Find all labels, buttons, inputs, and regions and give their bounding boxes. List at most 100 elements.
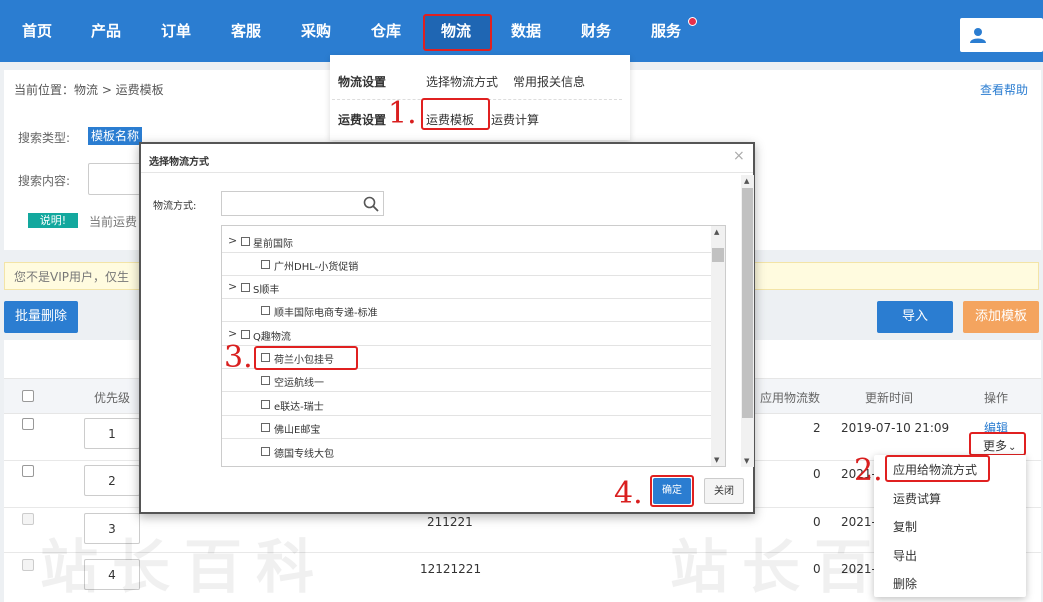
select-all-checkbox[interactable] — [22, 390, 34, 402]
tree-label: 德国专线大包 — [274, 449, 334, 460]
tree-checkbox[interactable] — [261, 260, 270, 269]
highlight-confirm — [650, 475, 694, 507]
tree-item: 佛山E邮宝 — [222, 417, 711, 439]
tree-scrollbar-thumb[interactable] — [712, 248, 724, 262]
nav-item-purchase[interactable]: 采购 — [301, 20, 331, 41]
search-type-label: 搜索类型: — [18, 131, 71, 145]
logistics-search-input[interactable] — [221, 191, 384, 216]
tree-label: e联达-瑞士 — [274, 402, 324, 413]
import-button[interactable]: 导入 — [877, 301, 953, 333]
tree-label: 佛山E邮宝 — [274, 425, 321, 436]
th-priority: 优先级 — [94, 391, 131, 405]
scroll-up-icon[interactable]: ▲ — [744, 177, 749, 185]
row-count: 2 — [813, 421, 821, 435]
tree-group: > S顺丰 — [222, 277, 711, 299]
priority-input[interactable]: 2 — [84, 465, 140, 496]
row-checkbox[interactable] — [22, 465, 34, 477]
tree-checkbox[interactable] — [261, 306, 270, 315]
menu-freight-trial[interactable]: 运费试算 — [893, 490, 941, 507]
tree-label: 顺丰国际电商专递-标准 — [274, 308, 378, 319]
tree-label: 星前国际 — [253, 239, 293, 250]
th-count: 应用物流数 — [760, 391, 821, 405]
nav-item-logistics[interactable]: 物流 — [441, 20, 471, 41]
row-name: 12121221 — [420, 562, 482, 576]
tree-checkbox[interactable] — [261, 447, 270, 456]
tree-group: > Q趣物流 — [222, 324, 711, 346]
row-checkbox[interactable] — [22, 418, 34, 430]
scroll-up-icon[interactable]: ▲ — [714, 228, 719, 236]
priority-input[interactable]: 1 — [84, 418, 140, 449]
menu-delete[interactable]: 删除 — [893, 575, 917, 592]
nav-item-warehouse[interactable]: 仓库 — [371, 20, 401, 41]
tree-group: > 星前国际 — [222, 231, 711, 253]
menu-copy[interactable]: 复制 — [893, 518, 917, 535]
tree-scrollbar[interactable] — [711, 226, 725, 466]
nav-item-data[interactable]: 数据 — [511, 20, 541, 41]
nav-item-services[interactable]: 服务 — [651, 20, 681, 41]
user-menu[interactable] — [960, 18, 1043, 52]
dialog-divider — [141, 172, 753, 173]
watermark: 站长百科 — [40, 533, 329, 601]
row-count: 0 — [813, 467, 821, 481]
menu-export[interactable]: 导出 — [893, 547, 917, 564]
th-updated: 更新时间 — [865, 391, 914, 405]
tree-label: Q趣物流 — [253, 332, 291, 343]
tree-checkbox[interactable] — [261, 423, 270, 432]
nav-item-service[interactable]: 客服 — [231, 20, 261, 41]
tree-label: 空运航线一 — [274, 378, 324, 389]
search-icon[interactable] — [363, 196, 379, 212]
step-2-annotation: 2. — [854, 453, 883, 488]
tree-item: e联达-瑞士 — [222, 394, 711, 416]
menu-item-freight-calc[interactable]: 运费计算 — [491, 111, 539, 128]
step-4-annotation: 4. — [614, 476, 643, 511]
nav-item-orders[interactable]: 订单 — [161, 20, 191, 41]
nav-item-home[interactable]: 首页 — [22, 20, 52, 41]
highlight-tree-item — [254, 346, 358, 370]
tree-item: 顺丰国际电商专递-标准 — [222, 300, 711, 322]
more-label: 更多 — [983, 439, 1008, 453]
tree-label: S顺丰 — [253, 285, 280, 296]
chevron-right-icon[interactable]: > — [228, 280, 237, 293]
nav-item-products[interactable]: 产品 — [91, 20, 121, 41]
user-icon — [970, 28, 986, 43]
chevron-right-icon[interactable]: > — [228, 327, 237, 340]
tree-item: 德国专线大包 — [222, 441, 711, 463]
scroll-down-icon[interactable]: ▼ — [714, 456, 719, 464]
help-link[interactable]: 查看帮助 — [980, 81, 1028, 98]
nav-item-finance[interactable]: 财务 — [581, 20, 611, 41]
chevron-down-icon: ⌄ — [1008, 442, 1017, 453]
menu-item-choose-logistics[interactable]: 选择物流方式 — [426, 73, 498, 90]
tree-checkbox[interactable] — [261, 400, 270, 409]
note-text: 当前运费 — [89, 215, 138, 229]
row-checkbox[interactable] — [22, 513, 34, 525]
breadcrumb: 当前位置：物流 > 运费模板 — [14, 83, 164, 97]
menu-item-customs-info[interactable]: 常用报关信息 — [513, 73, 585, 90]
tree-checkbox[interactable] — [241, 283, 250, 292]
scroll-down-icon[interactable]: ▼ — [744, 457, 749, 465]
tree-label: 广州DHL-小货促销 — [274, 262, 359, 273]
tree-checkbox[interactable] — [261, 376, 270, 385]
row-checkbox[interactable] — [22, 559, 34, 571]
search-type-option[interactable]: 模板名称 — [88, 127, 143, 145]
menu-apply-logistics[interactable]: 应用给物流方式 — [893, 461, 977, 478]
dialog-title: 选择物流方式 — [149, 157, 209, 168]
menu-group-logistics-settings: 物流设置 — [338, 75, 387, 89]
search-content-label: 搜索内容: — [18, 174, 71, 188]
close-button[interactable]: 关闭 — [704, 478, 744, 504]
tree-checkbox[interactable] — [241, 237, 250, 246]
th-actions: 操作 — [984, 391, 1009, 405]
bulk-delete-button[interactable]: 批量删除 — [4, 301, 78, 333]
dialog-scrollbar-thumb[interactable] — [742, 188, 753, 418]
logistics-field-label: 物流方式: — [153, 201, 197, 212]
highlight-freight-template — [421, 98, 490, 130]
row-updated: 2019-07-10 21:09 — [841, 421, 950, 435]
tree-item: 广州DHL-小货促销 — [222, 254, 711, 276]
tree-checkbox[interactable] — [241, 330, 250, 339]
chevron-right-icon[interactable]: > — [228, 234, 237, 247]
dialog-close-icon[interactable]: × — [733, 148, 745, 164]
more-button[interactable]: 更多⌄ — [983, 437, 1016, 454]
vip-notice-text: 您不是VIP用户，仅生 — [14, 270, 129, 284]
add-template-button[interactable]: 添加模板 — [963, 301, 1039, 333]
step-3-annotation: 3. — [224, 340, 253, 375]
tree-item: 空运航线一 — [222, 370, 711, 392]
